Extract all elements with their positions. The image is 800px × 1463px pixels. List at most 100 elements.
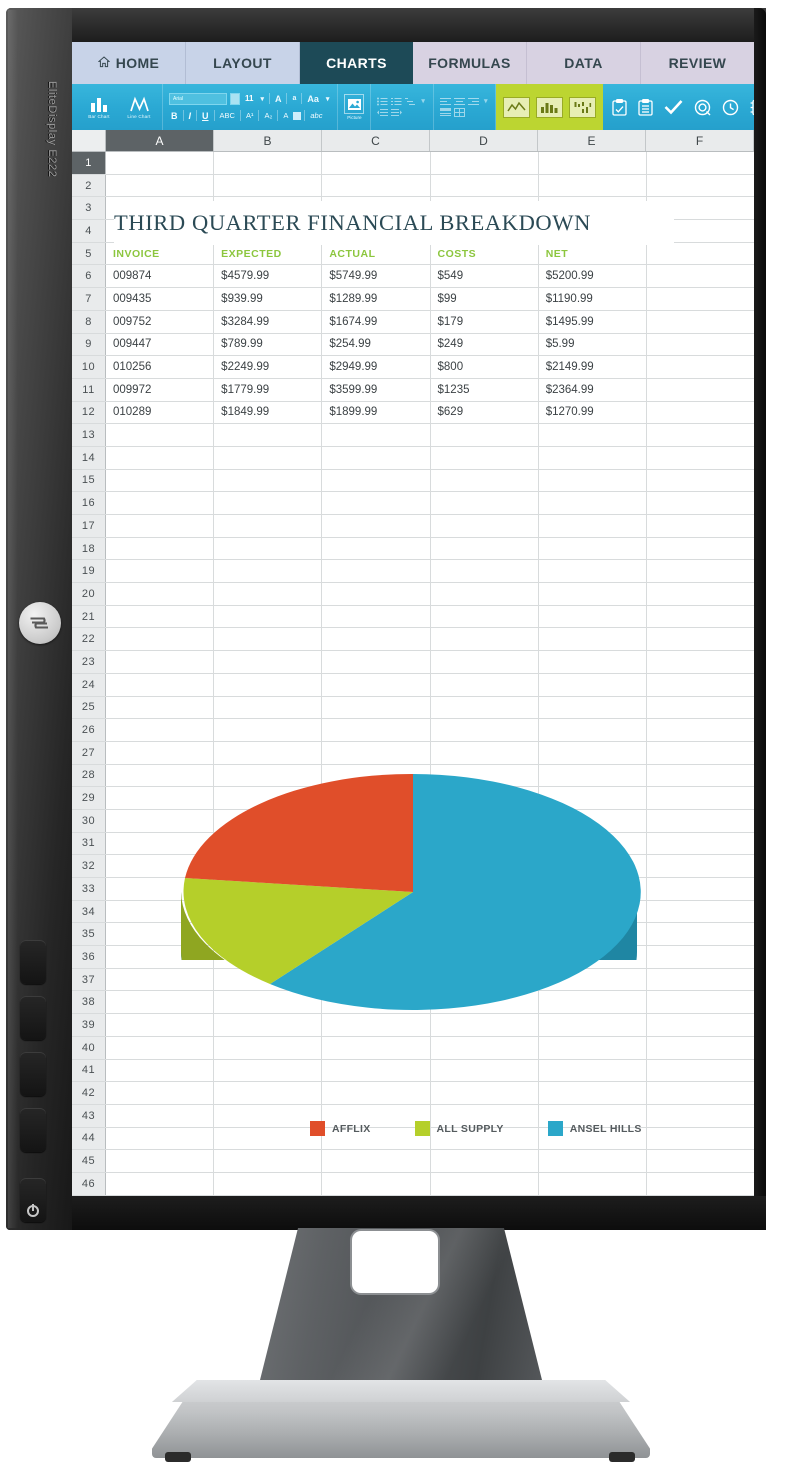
cell-E29[interactable] — [539, 787, 647, 809]
cell-E42[interactable] — [539, 1082, 647, 1104]
table-row[interactable]: 16 — [72, 492, 754, 515]
cell-E20[interactable] — [539, 583, 647, 605]
cell-A9[interactable]: 009447 — [106, 333, 215, 356]
cell-B19[interactable] — [214, 560, 323, 583]
cell-F39[interactable] — [647, 1014, 754, 1036]
cell-C5[interactable]: ACTUAL — [322, 242, 431, 265]
cell-F29[interactable] — [647, 787, 754, 809]
cell-B32[interactable] — [214, 855, 323, 877]
ribbon-toolbar[interactable]: Bar Chart Line Chart Arial 11 ▾ A a Aa ▾… — [72, 84, 754, 130]
cell-E36[interactable] — [539, 946, 647, 968]
cell-A38[interactable] — [106, 991, 215, 1014]
cell-E1[interactable] — [539, 152, 647, 174]
osd-button-3[interactable] — [20, 1052, 46, 1096]
clipboard-list-icon[interactable] — [638, 98, 654, 116]
ribbon-group-tools[interactable] — [603, 84, 754, 130]
tab-charts[interactable]: CHARTS — [300, 42, 413, 84]
cell-F27[interactable] — [647, 742, 754, 764]
cell-F38[interactable] — [647, 991, 754, 1013]
cell-C37[interactable] — [322, 968, 431, 991]
row-header-9[interactable]: 9 — [72, 333, 106, 356]
row-header-4[interactable]: 4 — [72, 220, 106, 242]
cell-D29[interactable] — [431, 787, 539, 809]
column-header-a[interactable]: A — [106, 130, 214, 151]
column-header-row[interactable]: A B C D E F — [72, 130, 754, 152]
cell-F32[interactable] — [647, 855, 754, 877]
line-chart-button[interactable]: Line Chart — [122, 96, 156, 119]
cell-E8[interactable]: $1495.99 — [539, 310, 647, 333]
cell-C34[interactable] — [322, 900, 431, 923]
change-case-dropdown-icon[interactable]: ▾ — [324, 95, 332, 103]
cell-D14[interactable] — [431, 446, 539, 469]
row-header-6[interactable]: 6 — [72, 265, 106, 288]
row-header-33[interactable]: 33 — [72, 878, 106, 900]
cell-E27[interactable] — [539, 741, 647, 764]
row-header-29[interactable]: 29 — [72, 787, 106, 809]
ribbon-tabbar[interactable]: HOME LAYOUT CHARTS FORMULAS DATA REVIEW — [72, 42, 754, 84]
cell-F13[interactable] — [647, 424, 754, 446]
row-header-12[interactable]: 12 — [72, 401, 106, 424]
cell-B14[interactable] — [214, 446, 323, 469]
cell-D25[interactable] — [431, 696, 539, 719]
cell-E28[interactable] — [539, 764, 647, 787]
cell-A44[interactable] — [106, 1127, 215, 1150]
cell-A32[interactable] — [106, 855, 215, 877]
cell-D39[interactable] — [431, 1014, 539, 1036]
shrink-font-button[interactable]: a — [290, 95, 298, 102]
table-row[interactable]: 25 — [72, 696, 754, 720]
table-row[interactable]: 45 — [72, 1150, 754, 1173]
cell-C1[interactable] — [322, 152, 431, 174]
cell-B40[interactable] — [214, 1036, 323, 1059]
font-size-input[interactable]: 11 — [243, 94, 255, 103]
cell-E41[interactable] — [539, 1059, 647, 1082]
cell-F28[interactable] — [647, 765, 754, 787]
table-row[interactable]: 12 010289 $1849.99 $1899.99 $629 $1270.99 — [72, 401, 754, 425]
cell-E30[interactable] — [539, 809, 647, 832]
row-header-3[interactable]: 3 — [72, 197, 106, 220]
cell-E31[interactable] — [539, 832, 647, 855]
cell-B44[interactable] — [214, 1127, 323, 1150]
row-header-39[interactable]: 39 — [72, 1014, 106, 1036]
osd-button-1[interactable] — [20, 940, 46, 984]
cell-E15[interactable] — [539, 469, 647, 492]
cell-A5[interactable]: INVOICE — [106, 242, 215, 265]
cell-C11[interactable]: $3599.99 — [322, 378, 431, 401]
row-header-8[interactable]: 8 — [72, 310, 106, 333]
row-header-30[interactable]: 30 — [72, 809, 106, 832]
cell-B15[interactable] — [214, 469, 323, 492]
table-row[interactable]: 42 — [72, 1082, 754, 1105]
table-row[interactable]: 11 009972 $1779.99 $3599.99 $1235 $2364.99 — [72, 378, 754, 402]
cell-A27[interactable] — [106, 741, 215, 764]
column-header-d[interactable]: D — [430, 130, 538, 151]
cell-C40[interactable] — [322, 1036, 431, 1059]
cell-F8[interactable] — [647, 311, 754, 333]
font-name-dropdown-icon[interactable] — [230, 92, 240, 105]
cell-B17[interactable] — [214, 515, 323, 537]
table-row[interactable]: 17 — [72, 515, 754, 538]
row-header-21[interactable]: 21 — [72, 605, 106, 628]
cell-C33[interactable] — [322, 878, 431, 900]
grow-font-button[interactable]: A — [273, 94, 284, 104]
cell-B41[interactable] — [214, 1059, 323, 1082]
cell-C18[interactable] — [322, 537, 431, 560]
cell-E9[interactable]: $5.99 — [539, 333, 647, 356]
italic-button[interactable]: I — [187, 111, 194, 121]
row-header-42[interactable]: 42 — [72, 1082, 106, 1104]
cell-D33[interactable] — [431, 878, 539, 900]
cell-D15[interactable] — [431, 469, 539, 492]
cell-C29[interactable] — [322, 787, 431, 809]
cell-B26[interactable] — [214, 719, 323, 741]
cell-D8[interactable]: $179 — [431, 310, 539, 333]
cell-A39[interactable] — [106, 1014, 215, 1036]
cell-E16[interactable] — [539, 492, 647, 514]
cell-A43[interactable] — [106, 1104, 215, 1127]
table-row[interactable]: 29 — [72, 787, 754, 810]
ribbon-group-paragraph[interactable]: ▾ — [371, 84, 434, 130]
cell-C30[interactable] — [322, 809, 431, 832]
cell-E26[interactable] — [539, 719, 647, 741]
row-header-24[interactable]: 24 — [72, 673, 106, 696]
table-row[interactable]: 19 — [72, 560, 754, 584]
cell-D28[interactable] — [431, 764, 539, 787]
row-header-43[interactable]: 43 — [72, 1104, 106, 1127]
table-row[interactable]: 26 — [72, 719, 754, 742]
